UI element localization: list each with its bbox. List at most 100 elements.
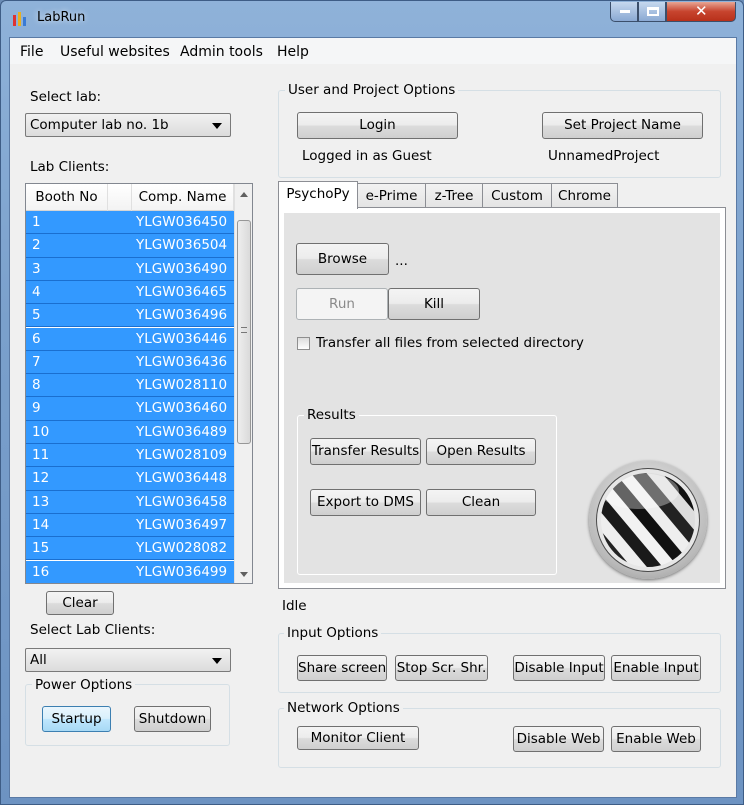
transfer-all-checkbox[interactable] [297, 337, 310, 350]
computer-name-cell: YLGW036490 [132, 257, 234, 281]
tab-chrome[interactable]: Chrome [551, 183, 618, 209]
shutdown-button[interactable]: Shutdown [134, 706, 211, 732]
disable-input-button[interactable]: Disable Input [513, 655, 605, 681]
client-area: File Useful websites Admin tools Help Se… [9, 37, 737, 798]
share-screen-button[interactable]: Share screen [297, 655, 387, 681]
column-header-spacer [108, 184, 132, 211]
tab-custom[interactable]: Custom [482, 183, 552, 209]
spacer-cell [108, 327, 132, 351]
booth-number-cell: 3 [26, 257, 108, 281]
export-dms-button[interactable]: Export to DMS [310, 489, 421, 516]
maximize-button[interactable] [638, 2, 666, 22]
table-row[interactable]: 12 YLGW036448 [26, 467, 234, 491]
scroll-down-icon[interactable] [240, 572, 248, 577]
table-row[interactable]: 10 YLGW036489 [26, 420, 234, 444]
booth-number-cell: 5 [26, 304, 108, 328]
menu-useful-websites[interactable]: Useful websites [60, 44, 170, 60]
enable-web-button[interactable]: Enable Web [611, 726, 701, 752]
menu-admin-tools[interactable]: Admin tools [180, 44, 263, 60]
tab-ztree[interactable]: z-Tree [425, 183, 483, 209]
table-row[interactable]: 6 YLGW036446 [26, 327, 234, 351]
startup-button[interactable]: Startup [42, 706, 111, 732]
booth-number-cell: 2 [26, 234, 108, 258]
app-icon [13, 12, 26, 26]
booth-number-cell: 6 [26, 327, 108, 351]
table-row[interactable]: 7 YLGW036436 [26, 350, 234, 375]
title-bar[interactable]: LabRun ✕ [1, 1, 743, 37]
input-options-title: Input Options [284, 625, 382, 641]
open-results-button[interactable]: Open Results [426, 438, 536, 465]
spacer-cell [108, 397, 132, 421]
browse-button[interactable]: Browse [296, 243, 389, 275]
column-header-booth[interactable]: Booth No [26, 184, 108, 211]
table-row[interactable]: 2 YLGW036504 [26, 234, 234, 258]
table-row[interactable]: 4 YLGW036465 [26, 280, 234, 305]
lab-clients-grid[interactable]: Booth No Comp. Name 1 YLGW036450 2 YLGW0365… [25, 183, 253, 584]
project-name-text: UnnamedProject [548, 148, 660, 164]
table-row[interactable]: 8 YLGW028110 [26, 374, 234, 398]
psychopy-logo-icon [596, 468, 700, 572]
table-row[interactable]: 15 YLGW028082 [26, 537, 234, 561]
booth-number-cell: 15 [26, 537, 108, 561]
table-row[interactable]: 5 YLGW036496 [26, 304, 234, 328]
computer-name-cell: YLGW036460 [132, 397, 234, 421]
menu-bar: File Useful websites Admin tools Help [10, 38, 736, 64]
spacer-cell [108, 490, 132, 514]
computer-name-cell: YLGW028110 [132, 374, 234, 398]
clear-button[interactable]: Clear [46, 591, 114, 615]
booth-number-cell: 11 [26, 444, 108, 468]
menu-help[interactable]: Help [277, 44, 309, 60]
spacer-cell [108, 234, 132, 258]
psychopy-logo [589, 461, 707, 579]
transfer-results-button[interactable]: Transfer Results [310, 438, 421, 465]
menu-file[interactable]: File [20, 44, 43, 60]
lab-clients-label: Lab Clients: [30, 159, 110, 175]
app-window: LabRun ✕ File Useful websites Admin tool… [0, 0, 744, 805]
computer-name-cell: YLGW028082 [132, 537, 234, 561]
table-row[interactable]: 11 YLGW028109 [26, 444, 234, 468]
close-button[interactable]: ✕ [666, 2, 736, 22]
set-project-name-button[interactable]: Set Project Name [542, 112, 703, 139]
booth-number-cell: 9 [26, 397, 108, 421]
spacer-cell [108, 350, 132, 375]
computer-name-cell: YLGW036436 [132, 350, 234, 375]
psychopy-tab-panel: Browse ... Run Kill Transfer all files f… [278, 207, 726, 589]
table-row[interactable]: 1 YLGW036450 [26, 211, 234, 235]
monitor-client-button[interactable]: Monitor Client [297, 726, 419, 750]
minimize-icon [620, 10, 630, 13]
select-clients-dropdown[interactable]: All [25, 648, 231, 672]
tab-eprime[interactable]: e-Prime [357, 183, 426, 209]
stop-screen-share-button[interactable]: Stop Scr. Shr. [395, 655, 488, 681]
network-options-title: Network Options [284, 700, 403, 716]
select-clients-value: All [30, 652, 47, 668]
kill-button[interactable]: Kill [388, 288, 480, 320]
chevron-down-icon [212, 123, 222, 129]
logged-in-status: Logged in as Guest [302, 148, 432, 164]
minimize-button[interactable] [610, 2, 638, 22]
login-button[interactable]: Login [297, 112, 458, 139]
chevron-down-icon [212, 658, 222, 664]
select-lab-dropdown[interactable]: Computer lab no. 1b [25, 113, 231, 137]
grid-scrollbar[interactable] [234, 184, 252, 583]
table-row[interactable]: 14 YLGW036497 [26, 513, 234, 538]
status-text: Idle [282, 598, 307, 614]
computer-name-cell: YLGW036504 [132, 234, 234, 258]
select-lab-value: Computer lab no. 1b [30, 117, 169, 133]
enable-input-button[interactable]: Enable Input [611, 655, 701, 681]
disable-web-button[interactable]: Disable Web [513, 726, 604, 752]
tab-psychopy[interactable]: PsychoPy [278, 181, 358, 209]
table-row[interactable]: 16 YLGW036499 [26, 560, 234, 583]
clean-button[interactable]: Clean [426, 489, 536, 516]
scroll-up-icon[interactable] [240, 192, 248, 197]
spacer-cell [108, 513, 132, 538]
scroll-thumb[interactable] [237, 220, 251, 444]
run-button[interactable]: Run [296, 288, 388, 320]
booth-number-cell: 16 [26, 560, 108, 583]
table-row[interactable]: 9 YLGW036460 [26, 397, 234, 421]
column-header-comp-name[interactable]: Comp. Name [132, 184, 234, 211]
grip-icon [241, 327, 247, 333]
computer-name-cell: YLGW036450 [132, 211, 234, 235]
transfer-all-label: Transfer all files from selected directo… [316, 335, 584, 351]
table-row[interactable]: 3 YLGW036490 [26, 257, 234, 281]
table-row[interactable]: 13 YLGW036458 [26, 490, 234, 514]
